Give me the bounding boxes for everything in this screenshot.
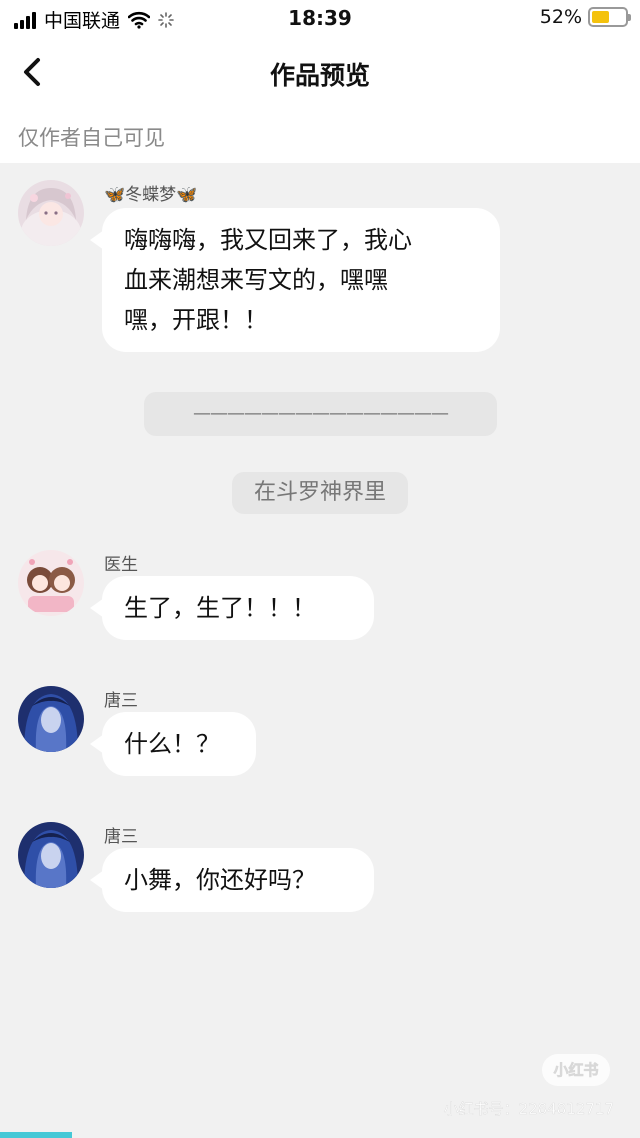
message-line: 嘿，开跟！！ xyxy=(124,306,268,334)
visibility-note: 仅作者自己可见 xyxy=(18,126,165,150)
message-bubble[interactable]: 小舞，你还好吗？ xyxy=(90,848,374,912)
message-line: 小舞，你还好吗？ xyxy=(124,866,316,894)
bottom-accent-bar xyxy=(0,1132,72,1138)
battery-level xyxy=(592,11,609,23)
message-line: 嗨嗨嗨，我又回来了，我心 xyxy=(124,226,412,254)
sender-name: 医生 xyxy=(104,555,138,575)
watermark-logo: 小红书 xyxy=(542,1054,610,1086)
sender-name: 🦋冬蝶梦🦋 xyxy=(104,185,198,205)
avatar[interactable] xyxy=(18,550,84,616)
status-right: 52% xyxy=(539,6,631,28)
message-bubble[interactable]: 生了，生了！！！ xyxy=(90,576,374,640)
avatar[interactable] xyxy=(18,180,84,246)
message-line: 血来潮想来写文的，嘿嘿 xyxy=(124,266,388,294)
watermark-id: 小红书号：2284812717 xyxy=(443,1100,614,1118)
battery-icon xyxy=(588,7,631,27)
message-bubble[interactable]: 嗨嗨嗨，我又回来了，我心 血来潮想来写文的，嘿嘿 嘿，开跟！！ xyxy=(90,208,500,352)
avatar[interactable] xyxy=(18,686,84,752)
message-line: 什么！？ xyxy=(124,730,220,758)
divider-note: ——————————————— xyxy=(144,392,497,436)
message-line: 生了，生了！！！ xyxy=(124,594,316,622)
sender-name: 唐三 xyxy=(104,691,138,711)
scene-note: 在斗罗神界里 xyxy=(232,472,408,514)
status-bar: 中国联通 18:39 52% xyxy=(0,0,640,36)
battery-percent: 52% xyxy=(539,6,582,28)
avatar[interactable] xyxy=(18,822,84,888)
nav-bar: 作品预览 xyxy=(0,44,640,100)
page-title: 作品预览 xyxy=(269,61,370,90)
sender-name: 唐三 xyxy=(104,827,138,847)
message-bubble[interactable]: 什么！？ xyxy=(90,712,256,776)
